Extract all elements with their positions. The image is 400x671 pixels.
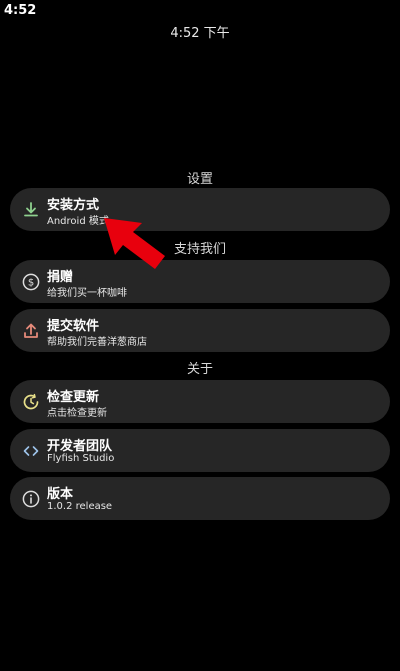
submit-software-title: 提交软件 xyxy=(47,319,100,334)
donate-title: 捐赠 xyxy=(47,270,74,285)
donate-item[interactable]: $ 捐赠 给我们买一杯咖啡 xyxy=(10,260,390,303)
dollar-icon: $ xyxy=(20,271,41,292)
section-header-about: 关于 xyxy=(186,362,213,377)
check-update-item[interactable]: 检查更新 点击检查更新 xyxy=(10,380,390,423)
status-time: 4:52 xyxy=(4,3,37,18)
version-item[interactable]: 版本 1.0.2 release xyxy=(10,477,390,520)
upload-icon xyxy=(20,320,41,341)
status-bar: 4:52 xyxy=(0,0,400,24)
section-header-settings: 设置 xyxy=(186,172,213,187)
developer-team-item[interactable]: 开发者团队 Flyfish Studio xyxy=(10,429,390,472)
version-subtitle: 1.0.2 release xyxy=(47,501,113,512)
donate-subtitle: 给我们买一杯咖啡 xyxy=(47,288,127,299)
update-icon xyxy=(20,391,41,412)
submit-software-item[interactable]: 提交软件 帮助我们完善洋葱商店 xyxy=(10,309,390,352)
developer-team-title: 开发者团队 xyxy=(47,439,113,454)
check-update-subtitle: 点击检查更新 xyxy=(47,408,107,419)
svg-text:$: $ xyxy=(27,277,33,288)
install-method-item[interactable]: 安装方式 Android 模式 xyxy=(10,188,390,231)
info-icon xyxy=(20,488,41,509)
submit-software-subtitle: 帮助我们完善洋葱商店 xyxy=(47,337,147,348)
check-update-title: 检查更新 xyxy=(47,390,100,405)
download-icon xyxy=(20,199,41,220)
annotation-arrow-icon xyxy=(104,218,165,269)
developer-team-subtitle: Flyfish Studio xyxy=(47,453,115,464)
install-method-subtitle: Android 模式 xyxy=(47,216,109,227)
version-title: 版本 xyxy=(47,487,74,502)
code-icon xyxy=(20,440,41,461)
clock-text: 4:52 下午 xyxy=(170,26,230,41)
install-method-title: 安装方式 xyxy=(47,198,100,213)
section-header-support: 支持我们 xyxy=(173,242,226,257)
